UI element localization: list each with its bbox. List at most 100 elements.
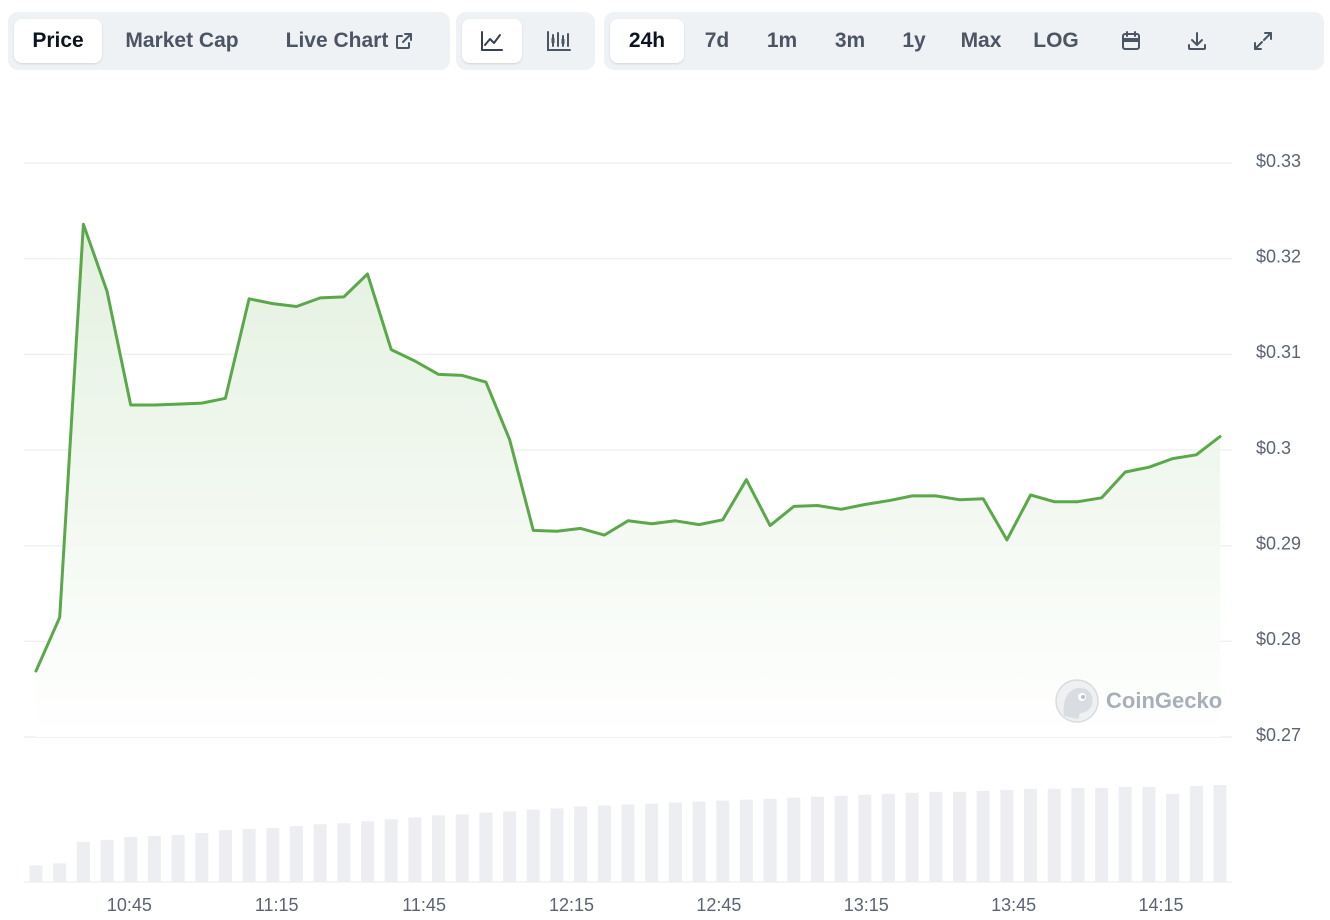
range-3m-label: 3m [834,29,866,52]
fullscreen-button[interactable] [1238,19,1288,63]
volume-bar [1071,787,1085,882]
volume-bar [929,791,943,882]
tab-live-chart-label: Live Chart [285,29,389,52]
price-chart[interactable]: $0.33 $0.32 $0.31 $0.3 $0.29 $0.28 $0.27 10:45… [0,0,1330,920]
y-tick-label: $0.29 [1256,533,1301,553]
range-24h-label: 24h [628,29,666,52]
volume-bar [408,817,422,882]
y-axis: $0.33 $0.32 $0.31 $0.3 $0.29 $0.28 $0.27 [1256,151,1301,745]
volume-bar [29,865,43,882]
volume-bar [787,797,801,882]
volume-bar [574,806,588,882]
volume-bar [881,793,895,882]
x-tick-label: 11:45 [402,895,446,915]
volume-bar [503,811,517,882]
volume-bar [124,836,138,882]
y-tick-label: $0.33 [1256,151,1301,171]
volume-bar [834,795,848,882]
volume-bar [361,821,375,882]
line-chart-button[interactable] [462,19,522,63]
volume-bars [29,784,1227,882]
external-link-icon [394,31,414,51]
volume-bar [550,808,564,882]
x-tick-label: 12:15 [549,895,594,915]
volume-bar [384,819,398,882]
volume-bar [953,791,967,882]
volume-bar [1142,786,1156,882]
volume-bar [337,823,351,882]
y-tick-label: $0.31 [1256,342,1301,362]
calendar-icon [1120,30,1142,52]
x-tick-label: 11:15 [255,895,299,915]
candlestick-icon [546,30,572,52]
volume-bar [432,815,446,882]
volume-bar [242,829,256,882]
volume-bar [645,803,659,882]
volume-bar [1118,786,1132,882]
range-max[interactable]: Max [948,19,1014,63]
volume-bar [1095,787,1109,882]
volume-bar [739,799,753,882]
volume-bar [171,834,185,882]
x-tick-label: 13:45 [991,895,1036,915]
volume-bar [597,805,611,882]
y-tick-label: $0.28 [1256,629,1301,649]
volume-bar [1024,788,1038,882]
range-1m[interactable]: 1m [752,19,812,63]
x-tick-label: 13:15 [844,895,889,915]
volume-bar [53,863,67,882]
candlestick-chart-button[interactable] [530,19,590,63]
volume-bar [1213,784,1227,882]
volume-bar [976,790,990,882]
log-scale-toggle[interactable]: LOG [1022,19,1090,63]
line-chart-icon [480,30,504,52]
volume-bar [526,809,540,882]
download-button[interactable] [1172,19,1222,63]
volume-bar [313,824,327,882]
range-24h[interactable]: 24h [610,19,684,63]
range-max-label: Max [960,29,1002,52]
volume-bar [147,835,161,882]
volume-bar [76,841,90,882]
volume-bar [621,804,635,882]
range-1m-label: 1m [766,29,798,52]
range-1y[interactable]: 1y [888,19,940,63]
volume-bar [858,794,872,882]
log-scale-label: LOG [1033,29,1079,52]
tab-market-cap[interactable]: Market Cap [108,19,256,63]
volume-bar [266,828,280,882]
chart-tabs: Price Market Cap Live Chart [8,12,450,70]
volume-bar [1000,789,1014,882]
volume-bar [716,800,730,882]
volume-bar [218,830,232,882]
range-7d[interactable]: 7d [688,19,746,63]
y-tick-label: $0.3 [1256,438,1291,458]
volume-bar [1166,793,1180,882]
volume-bar [810,796,824,882]
x-tick-label: 14:15 [1139,895,1184,915]
volume-bar [1189,785,1203,882]
x-axis: 10:45 11:15 11:45 12:15 12:45 13:15 13:45 14:15 [107,895,1184,915]
y-tick-label: $0.27 [1256,725,1301,745]
expand-icon [1252,30,1274,52]
range-selector: 24h 7d 1m 3m 1y Max LOG [604,12,1324,70]
date-range-button[interactable] [1106,19,1156,63]
tab-price[interactable]: Price [14,19,102,63]
volume-bar [479,812,493,882]
gecko-logo-icon [1055,679,1099,723]
watermark-text: CoinGecko [1106,688,1222,713]
volume-bar [668,802,682,882]
download-icon [1186,30,1208,52]
range-7d-label: 7d [704,29,730,52]
volume-bar [100,839,114,882]
volume-bar [1047,788,1061,882]
tab-market-cap-label: Market Cap [125,29,239,52]
range-1y-label: 1y [902,29,926,52]
y-tick-label: $0.32 [1256,246,1301,266]
volume-bar [905,792,919,882]
tab-live-chart[interactable]: Live Chart [270,19,430,63]
range-3m[interactable]: 3m [820,19,880,63]
volume-bar [692,801,706,882]
x-tick-label: 12:45 [696,895,741,915]
volume-bar [455,814,469,882]
